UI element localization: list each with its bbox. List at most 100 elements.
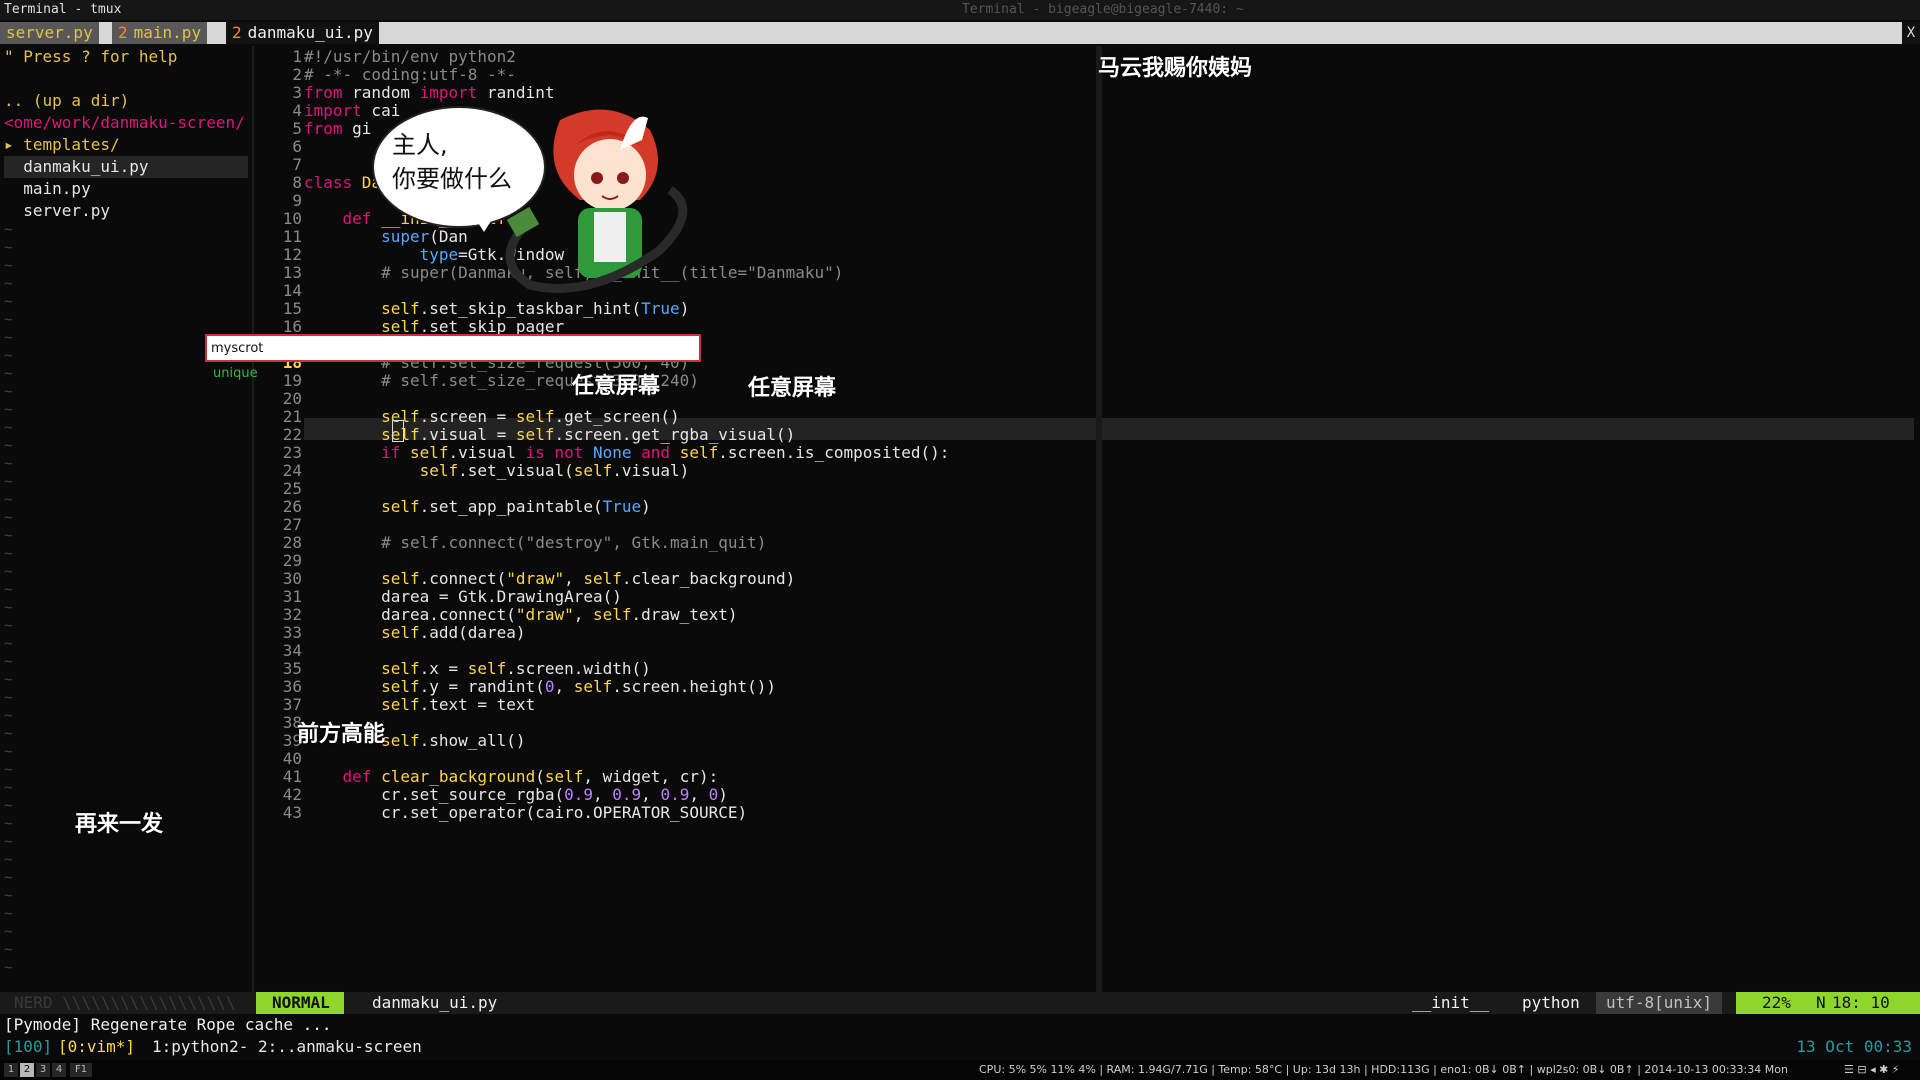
empty-line-marker: ~: [4, 762, 13, 778]
statusline-filetype: python: [1522, 993, 1580, 1012]
window-title: Terminal - tmux: [4, 2, 122, 17]
launcher-hint: unique: [213, 366, 258, 381]
nerdtree-path[interactable]: <ome/work/danmaku-screen/: [4, 112, 245, 134]
empty-line-marker: ~: [4, 546, 13, 562]
empty-line-marker: ~: [4, 636, 13, 652]
empty-line-marker: ~: [4, 474, 13, 490]
empty-line-marker: ~: [4, 276, 13, 292]
launcher-box[interactable]: [205, 334, 701, 362]
empty-line-marker: ~: [4, 510, 13, 526]
code-line[interactable]: from gi: [304, 118, 371, 140]
statusline-cursor-pos: 18: 10: [1832, 993, 1890, 1012]
empty-line-marker: ~: [4, 708, 13, 724]
workspace-4[interactable]: 4: [52, 1063, 66, 1077]
code-line[interactable]: self.text = text: [304, 694, 535, 716]
tab-danmaku-ui[interactable]: 2 danmaku_ui.py: [226, 22, 379, 44]
tray-icons[interactable]: ☰ ⊟ ◂ ✱ ⚡: [1844, 1060, 1900, 1080]
code-line[interactable]: # self.connect("destroy", Gtk.main_quit): [304, 532, 766, 554]
statusline-filename: danmaku_ui.py: [372, 993, 498, 1012]
empty-line-marker: ~: [4, 798, 13, 814]
workspace-f1[interactable]: F1: [70, 1063, 92, 1077]
workspace-3[interactable]: 3: [36, 1063, 50, 1077]
empty-line-marker: ~: [4, 852, 13, 868]
tmux-session: [100]: [4, 1037, 53, 1056]
empty-line-marker: ~: [4, 690, 13, 706]
code-line[interactable]: self.set_app_paintable(True): [304, 496, 651, 518]
tab-count: 2: [118, 23, 128, 42]
empty-line-marker: ~: [4, 780, 13, 796]
empty-line-marker: ~: [4, 816, 13, 832]
empty-line-marker: ~: [4, 492, 13, 508]
empty-line-marker: ~: [4, 330, 13, 346]
vim-cmdline: [Pymode] Regenerate Rope cache ...: [4, 1015, 332, 1034]
danmaku-comment: 任意屏幕: [572, 374, 661, 399]
launcher-input[interactable]: [207, 336, 695, 360]
vim-statusline: NERD \\\\\\\\\\\\\\\\\\ NORMAL danmaku_u…: [0, 992, 1920, 1014]
danmaku-comment: 再来一发: [75, 812, 164, 837]
empty-line-marker: ~: [4, 870, 13, 886]
nerdtree-file-danmaku-ui[interactable]: danmaku_ui.py: [4, 156, 248, 178]
danmaku-comment: 前方高能: [297, 722, 386, 747]
tab-server[interactable]: server.py: [0, 22, 99, 44]
empty-line-marker: ~: [4, 456, 13, 472]
tab-main[interactable]: 2 main.py: [112, 22, 208, 44]
text-cursor: [392, 420, 404, 442]
vim-tabline: server.py 2 main.py 2 danmaku_ui.py X: [0, 22, 1920, 44]
statusline-position: 22% Ν 18: 10: [1736, 992, 1920, 1014]
workspace-2[interactable]: 2: [20, 1063, 34, 1077]
pane-divider: [252, 46, 254, 992]
empty-line-marker: ~: [4, 564, 13, 580]
empty-line-marker: ~: [4, 348, 13, 364]
empty-line-marker: ~: [4, 600, 13, 616]
line-number-symbol: Ν: [1816, 993, 1826, 1012]
nerdtree-help: " Press ? for help: [4, 47, 178, 66]
window-titlebar: Terminal - tmux Terminal - bigeagle@bige…: [0, 0, 1920, 20]
empty-line-marker: ~: [4, 654, 13, 670]
mascot-icon: [505, 109, 688, 293]
tab-label: danmaku_ui.py: [247, 23, 373, 42]
tmux-window-list[interactable]: 1:python2- 2:..anmaku-screen: [152, 1036, 422, 1058]
nerdtree-file-main[interactable]: main.py: [4, 178, 90, 200]
nerdtree-updir[interactable]: .. (up a dir): [4, 90, 129, 112]
empty-line-marker: ~: [4, 672, 13, 688]
empty-line-marker: ~: [4, 402, 13, 418]
tmux-current-window[interactable]: [0:vim*]: [58, 1036, 135, 1058]
workspace-1[interactable]: 1: [4, 1063, 18, 1077]
nerdtree-dir-templates[interactable]: ▸ templates/: [4, 134, 120, 156]
danmaku-comment: 任意屏幕: [748, 376, 837, 401]
empty-line-marker: ~: [4, 924, 13, 940]
empty-line-marker: ~: [4, 384, 13, 400]
empty-line-marker: ~: [4, 294, 13, 310]
empty-line-marker: ~: [4, 744, 13, 760]
code-line[interactable]: cr.set_operator(cairo.OPERATOR_SOURCE): [304, 802, 747, 824]
nerdtree-panel: " Press ? for help .. (up a dir) <ome/wo…: [0, 46, 252, 992]
empty-line-marker: ~: [4, 240, 13, 256]
empty-line-marker: ~: [4, 222, 13, 238]
vertical-split: [1096, 46, 1102, 992]
statusline-encoding: utf-8[unix]: [1596, 992, 1722, 1014]
desktop-panel: 1 2 3 4 F1 CPU: 5% 5% 11% 4% | RAM: 1.94…: [0, 1060, 1920, 1080]
empty-line-marker: ~: [4, 312, 13, 328]
empty-line-marker: ~: [4, 888, 13, 904]
nerdtree-statusline: NERD \\\\\\\\\\\\\\\\\\: [14, 993, 236, 1012]
empty-line-marker: ~: [4, 942, 13, 958]
window-subtitle: Terminal - bigeagle@bigeagle-7440: ~: [962, 2, 1244, 17]
code-line[interactable]: self.add(darea): [304, 622, 526, 644]
empty-line-marker: ~: [4, 420, 13, 436]
tab-count: 2: [232, 23, 242, 42]
empty-line-marker: ~: [4, 258, 13, 274]
empty-line-marker: ~: [4, 582, 13, 598]
system-monitor: CPU: 5% 5% 11% 4% | RAM: 1.94G/7.71G | T…: [979, 1063, 1788, 1076]
close-icon[interactable]: X: [1902, 22, 1920, 44]
tab-label: main.py: [133, 23, 202, 42]
empty-line-marker: ~: [4, 960, 13, 976]
nerdtree-file-server[interactable]: server.py: [4, 200, 110, 222]
line-number: 43: [282, 803, 302, 822]
tmux-clock: 13 Oct 00:33: [1796, 1037, 1912, 1056]
empty-line-marker: ~: [4, 906, 13, 922]
danmaku-comment: 马云我赐你姨妈: [1098, 56, 1253, 81]
empty-line-marker: ~: [4, 366, 13, 382]
mode-indicator: NORMAL: [256, 992, 344, 1014]
tab-label: server.py: [6, 23, 93, 42]
code-line[interactable]: self.set_visual(self.visual): [304, 460, 690, 482]
